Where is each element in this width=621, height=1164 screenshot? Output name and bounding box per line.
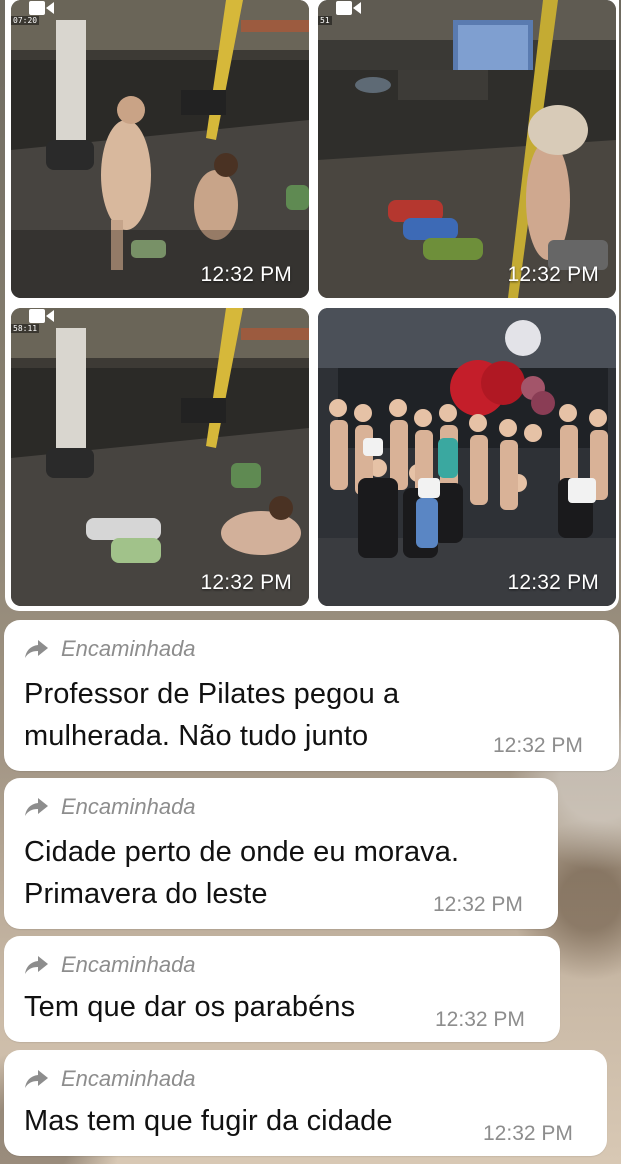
message-timestamp: 12:32 PM <box>493 734 583 757</box>
message-bubble[interactable]: Encaminhada Professor de Pilates pegou a… <box>4 620 619 771</box>
video-thumbnail <box>11 308 309 606</box>
forwarded-label: Encaminhada <box>61 1066 196 1091</box>
forwarded-indicator: Encaminhada <box>24 1066 196 1092</box>
forward-arrow-icon <box>25 956 48 974</box>
message-text: Professor de Pilates pegou a mulherada. … <box>24 678 400 752</box>
message-bubble[interactable]: Encaminhada Tem que dar os parabéns 12:3… <box>4 936 560 1042</box>
media-timestamp: 12:32 PM <box>200 263 292 286</box>
forward-arrow-icon <box>25 640 48 658</box>
video-camera-icon <box>29 309 54 323</box>
media-timestamp: 12:32 PM <box>507 263 599 286</box>
video-camera-icon <box>29 1 54 15</box>
media-video-3[interactable]: 58:11 12:32 PM <box>11 308 309 606</box>
video-thumbnail <box>11 0 309 298</box>
forward-arrow-icon <box>25 798 48 816</box>
camera-timestamp: 07:20 <box>11 16 40 25</box>
media-video-1[interactable]: 07:20 12:32 PM <box>11 0 309 298</box>
message-timestamp: 12:32 PM <box>433 893 523 916</box>
message-timestamp: 12:32 PM <box>435 1008 525 1031</box>
media-timestamp: 12:32 PM <box>200 571 292 594</box>
message-text: Tem que dar os parabéns <box>24 991 356 1023</box>
forwarded-indicator: Encaminhada <box>24 794 196 820</box>
video-thumbnail <box>318 0 616 298</box>
forward-arrow-icon <box>25 1070 48 1088</box>
media-timestamp: 12:32 PM <box>507 571 599 594</box>
camera-timestamp: 58:11 <box>11 324 40 333</box>
message-bubble[interactable]: Encaminhada Cidade perto de onde eu mora… <box>4 778 558 929</box>
message-text: Cidade perto de onde eu morava. Primaver… <box>24 836 460 910</box>
forwarded-label: Encaminhada <box>61 636 196 661</box>
forwarded-label: Encaminhada <box>61 952 196 977</box>
forwarded-label: Encaminhada <box>61 794 196 819</box>
message-timestamp: 12:32 PM <box>483 1122 573 1145</box>
camera-timestamp: 51 <box>318 16 332 25</box>
forwarded-indicator: Encaminhada <box>24 952 196 978</box>
forwarded-indicator: Encaminhada <box>24 636 196 662</box>
media-photo-4[interactable]: 12:32 PM <box>318 308 616 606</box>
video-camera-icon <box>336 1 361 15</box>
media-video-2[interactable]: 51 12:32 PM <box>318 0 616 298</box>
message-bubble[interactable]: Encaminhada Mas tem que fugir da cidade … <box>4 1050 607 1156</box>
message-text: Mas tem que fugir da cidade <box>24 1105 393 1137</box>
photo-thumbnail <box>318 308 616 606</box>
media-album-message[interactable]: 07:20 12:32 PM 51 12:32 PM 58:11 12:32 P… <box>5 0 619 611</box>
